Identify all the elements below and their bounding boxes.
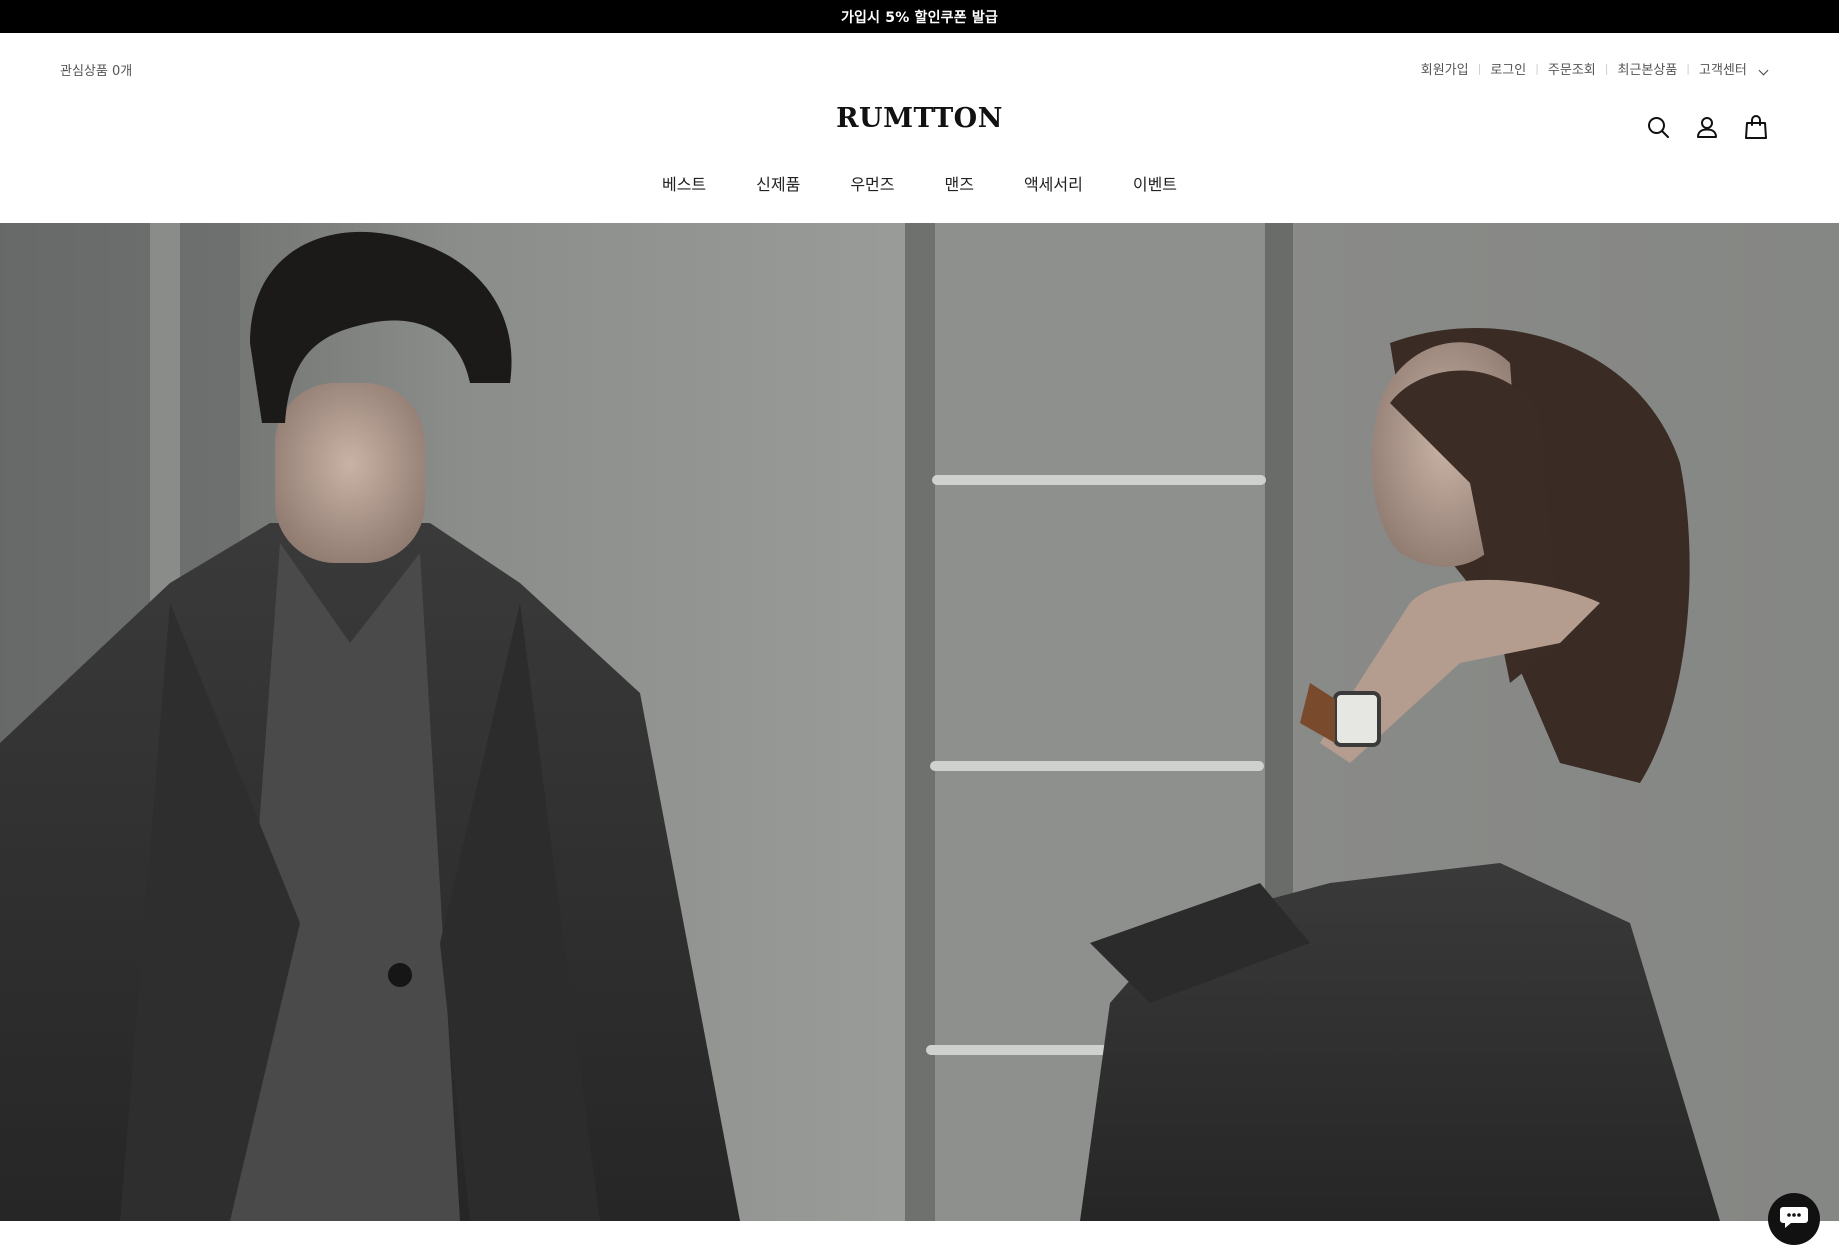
nav-item-mens[interactable]: 맨즈 — [945, 171, 974, 195]
nav-item-womens[interactable]: 우먼즈 — [850, 171, 894, 195]
nav-item-new[interactable]: 신제품 — [756, 171, 800, 195]
shopping-bag-icon[interactable] — [1745, 115, 1767, 139]
user-icon[interactable] — [1696, 115, 1718, 139]
wishlist-count[interactable]: 관심상품 0개 — [60, 60, 132, 79]
chat-button[interactable] — [1768, 1193, 1820, 1245]
login-link[interactable]: 로그인 — [1490, 59, 1526, 78]
announcement-text: 가입시 5% 할인쿠폰 발급 — [840, 9, 999, 26]
search-icon[interactable] — [1647, 115, 1669, 139]
hero-banner[interactable] — [0, 223, 1839, 1221]
site-header: 관심상품 0개 회원가입 | 로그인 | 주문조회 | 최근본상품 | 고객센터… — [0, 33, 1839, 223]
announcement-bar[interactable]: 가입시 5% 할인쿠폰 발급 — [0, 0, 1839, 33]
hero-image — [0, 223, 1839, 1221]
chevron-down-icon — [1758, 65, 1769, 76]
customer-center-label: 고객센터 — [1699, 63, 1747, 78]
divider: | — [1686, 62, 1691, 75]
divider: | — [1535, 62, 1539, 75]
chat-bubble-icon — [1779, 1193, 1809, 1233]
nav-item-event[interactable]: 이벤트 — [1133, 171, 1177, 195]
recent-viewed-link[interactable]: 최근본상품 — [1617, 59, 1677, 78]
utility-links: 회원가입 | 로그인 | 주문조회 | 최근본상품 | 고객센터 — [1421, 59, 1769, 78]
nav-item-accessories[interactable]: 액세서리 — [1024, 171, 1083, 195]
header-icons — [1647, 115, 1767, 139]
order-lookup-link[interactable]: 주문조회 — [1548, 59, 1596, 78]
customer-center-dropdown[interactable]: 고객센터 — [1699, 59, 1769, 78]
signup-link[interactable]: 회원가입 — [1421, 59, 1469, 78]
nav-item-best[interactable]: 베스트 — [662, 171, 706, 195]
brand-logo[interactable]: RUMTTON — [0, 103, 1839, 134]
divider: | — [1477, 62, 1482, 75]
main-navigation: 베스트 신제품 우먼즈 맨즈 액세서리 이벤트 — [0, 171, 1839, 195]
divider: | — [1604, 62, 1609, 75]
